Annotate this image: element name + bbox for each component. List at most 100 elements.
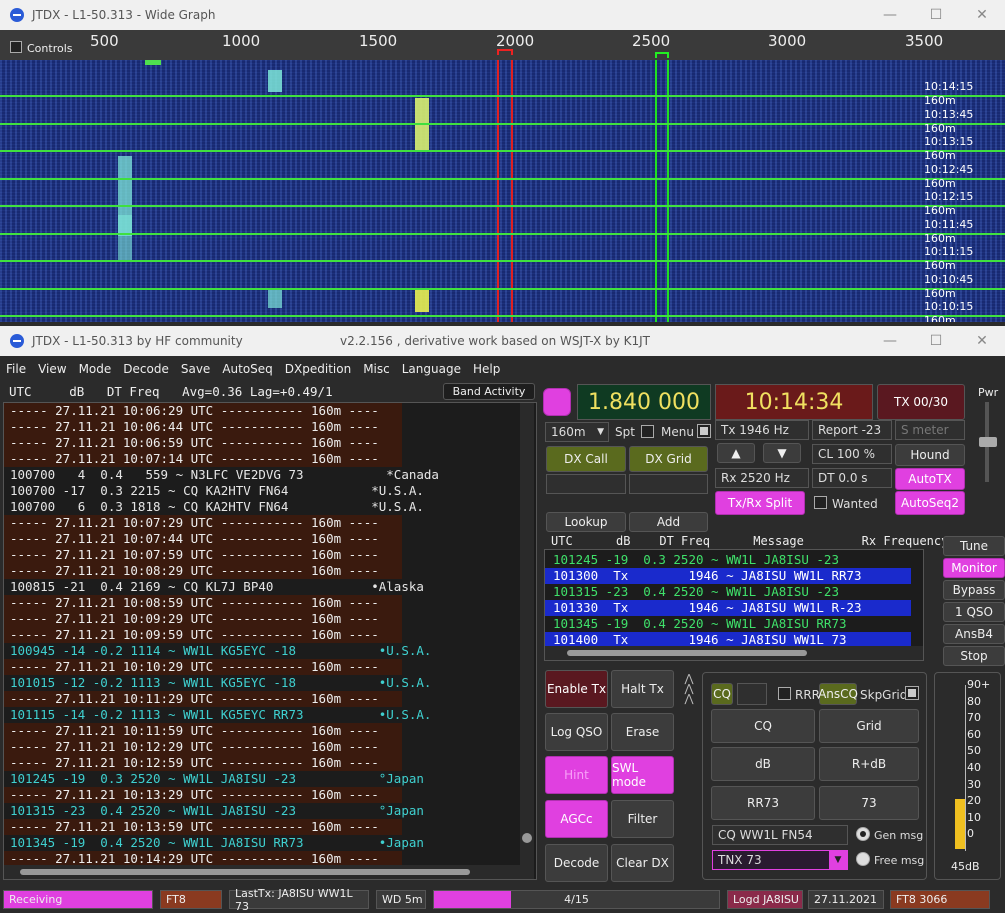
log-qso-button[interactable]: Log QSO xyxy=(545,713,608,751)
band-scrollbar[interactable] xyxy=(520,403,534,879)
db-message-button[interactable]: dB xyxy=(711,747,815,781)
clear-dx-button[interactable]: Clear DX xyxy=(611,844,674,882)
agcc-button[interactable]: AGCc xyxy=(545,800,608,838)
menu-language[interactable]: Language xyxy=(396,362,467,376)
tx-frequency-spinner[interactable]: Tx 1946 Hz xyxy=(715,420,809,440)
menu-view[interactable]: View xyxy=(32,362,72,376)
grid-message-button[interactable]: Grid xyxy=(819,709,919,743)
controls-checkbox[interactable] xyxy=(10,41,22,53)
menu-misc[interactable]: Misc xyxy=(357,362,396,376)
freq-down-button[interactable]: ▼ xyxy=(763,443,801,463)
anscq-button[interactable]: AnsCQ xyxy=(818,683,858,705)
maximize-icon[interactable]: ☐ xyxy=(913,0,959,30)
rx-frequency-spinner[interactable]: Rx 2520 Hz xyxy=(715,468,809,488)
freq-up-button[interactable]: ▲ xyxy=(717,443,755,463)
halt-tx-button[interactable]: Halt Tx xyxy=(611,670,674,708)
rx-row[interactable]: 101245 -19 0.3 2520 ~ WW1L JA8ISU -23 xyxy=(545,552,911,568)
rrr-checkbox[interactable] xyxy=(778,687,791,700)
tx-marker[interactable] xyxy=(655,52,669,58)
rx-row[interactable]: 101345 -19 0.4 2520 ~ WW1L JA8ISU RR73 xyxy=(545,616,911,632)
dx-call-input[interactable] xyxy=(546,474,626,494)
rx-row[interactable]: 101315 -23 0.4 2520 ~ WW1L JA8ISU -23 xyxy=(545,584,911,600)
erase-button[interactable]: Erase xyxy=(611,713,674,751)
filter-button[interactable]: Filter xyxy=(611,800,674,838)
swl-mode-button[interactable]: SWL mode xyxy=(611,756,674,794)
decode-row[interactable]: 101315 -23 0.4 2520 ~ WW1L JA8ISU -23 °J… xyxy=(4,803,536,819)
decode-row[interactable]: 101345 -19 0.4 2520 ~ WW1L JA8ISU RR73 •… xyxy=(4,835,536,851)
tx-row[interactable]: 101330 Tx 1946 ~ JA8ISU WW1L R-23 xyxy=(545,600,911,616)
free-message-select[interactable]: TNX 73 ▼ xyxy=(712,850,848,870)
generated-message-field[interactable]: CQ WW1L FN54 xyxy=(712,825,848,845)
waterfall[interactable]: 10:14:15 160m 10:13:45 160m 10:13:15 160… xyxy=(0,60,1005,322)
minimize-icon[interactable]: — xyxy=(867,326,913,356)
menu-dxpedition[interactable]: DXpedition xyxy=(279,362,357,376)
cq-suffix-input[interactable] xyxy=(737,683,767,705)
rx-frequency-list[interactable]: 101245 -19 0.3 2520 ~ WW1L JA8ISU -23 101… xyxy=(544,549,924,661)
collapse-arrows-icon[interactable]: ⋀ ⋀ ⋀ xyxy=(680,673,698,708)
decode-row[interactable]: 101115 -14 -0.2 1113 ~ WW1L KG5EYC RR73 … xyxy=(4,707,536,723)
meter-tick: 70 xyxy=(967,711,981,725)
band-activity-list[interactable]: ----- 27.11.21 10:06:29 UTC ----------- … xyxy=(3,402,537,880)
add-button[interactable]: Add xyxy=(629,512,708,532)
dx-grid-input[interactable] xyxy=(629,474,708,494)
ansb4-button[interactable]: AnsB4 xyxy=(943,624,1005,644)
pwr-slider-handle[interactable] xyxy=(979,437,997,447)
menu-save[interactable]: Save xyxy=(175,362,216,376)
73-message-button[interactable]: 73 xyxy=(819,786,919,820)
menu-file[interactable]: File xyxy=(0,362,32,376)
report-spinner[interactable]: Report -23 xyxy=(812,420,892,440)
meter-scale: 90+ 80 70 60 50 40 30 20 10 0 xyxy=(967,677,990,843)
band-select[interactable]: 160m ▼ xyxy=(545,422,609,442)
one-qso-button[interactable]: 1 QSO xyxy=(943,602,1005,622)
hound-button[interactable]: Hound xyxy=(895,444,965,466)
monitor-button[interactable]: Monitor xyxy=(943,558,1005,578)
tune-button[interactable]: Tune xyxy=(943,536,1005,556)
dx-grid-button[interactable]: DX Grid xyxy=(629,446,708,472)
dial-frequency[interactable]: 1.840 000 xyxy=(577,384,711,420)
time-label: 10:10:15 160m xyxy=(924,300,974,322)
decode-row[interactable]: 101245 -19 0.3 2520 ~ WW1L JA8ISU -23 °J… xyxy=(4,771,536,787)
meter-tick: 10 xyxy=(967,810,981,824)
rr73-message-button[interactable]: RR73 xyxy=(711,786,815,820)
gen-msg-radio[interactable] xyxy=(856,827,870,841)
enable-tx-button[interactable]: Enable Tx xyxy=(545,670,608,708)
maximize-icon[interactable]: ☐ xyxy=(913,326,959,356)
decode-row[interactable]: 100815 -21 0.4 2169 ~ CQ KL7J BP40 •Alas… xyxy=(4,579,536,595)
close-icon[interactable]: ✕ xyxy=(959,326,1005,356)
decode-row[interactable]: 100700 4 0.4 559 ~ N3LFC VE2DVG 73 *Cana… xyxy=(4,467,536,483)
band-hscrollbar[interactable] xyxy=(4,865,522,879)
rdb-message-button[interactable]: R+dB xyxy=(819,747,919,781)
cq-message-button[interactable]: CQ xyxy=(711,709,815,743)
rx-hscrollbar[interactable] xyxy=(545,646,923,660)
cq-toggle[interactable]: CQ xyxy=(711,683,733,705)
close-icon[interactable]: ✕ xyxy=(959,0,1005,30)
skpgrid-checkbox[interactable] xyxy=(905,686,919,700)
autoseq2-button[interactable]: AutoSeq2 xyxy=(895,491,965,515)
decode-row[interactable]: 101015 -12 -0.2 1113 ~ WW1L KG5EYC -18 •… xyxy=(4,675,536,691)
minimize-icon[interactable]: — xyxy=(867,0,913,30)
cl-spinner[interactable]: CL 100 % xyxy=(812,444,892,464)
menu-help[interactable]: Help xyxy=(467,362,506,376)
menu-decode[interactable]: Decode xyxy=(117,362,175,376)
decode-row[interactable]: 100700 -17 0.3 2215 ~ CQ KA2HTV FN64 *U.… xyxy=(4,483,536,499)
spt-checkbox[interactable] xyxy=(641,425,654,438)
menu-checkbox[interactable] xyxy=(697,424,711,438)
decode-row[interactable]: 100700 6 0.3 1818 ~ CQ KA2HTV FN64 *U.S.… xyxy=(4,499,536,515)
menu-autoseq[interactable]: AutoSeq xyxy=(216,362,278,376)
tx-row[interactable]: 101300 Tx 1946 ~ JA8ISU WW1L RR73 xyxy=(545,568,911,584)
separator-row: ----- 27.11.21 10:08:29 UTC ----------- … xyxy=(4,563,402,579)
dt-spinner[interactable]: DT 0.0 s xyxy=(812,468,892,488)
free-msg-radio[interactable] xyxy=(856,852,870,866)
wanted-checkbox[interactable] xyxy=(814,496,827,509)
stop-button[interactable]: Stop xyxy=(943,646,1005,666)
rx-marker[interactable] xyxy=(497,49,513,55)
lookup-button[interactable]: Lookup xyxy=(546,512,626,532)
decode-button[interactable]: Decode xyxy=(545,844,608,882)
decode-row[interactable]: 100945 -14 -0.2 1114 ~ WW1L KG5EYC -18 •… xyxy=(4,643,536,659)
txrx-split-button[interactable]: Tx/Rx Split xyxy=(715,491,805,515)
hint-button[interactable]: Hint xyxy=(545,756,608,794)
bypass-button[interactable]: Bypass xyxy=(943,580,1005,600)
menu-mode[interactable]: Mode xyxy=(73,362,118,376)
dx-call-button[interactable]: DX Call xyxy=(546,446,626,472)
autotx-button[interactable]: AutoTX xyxy=(895,468,965,490)
